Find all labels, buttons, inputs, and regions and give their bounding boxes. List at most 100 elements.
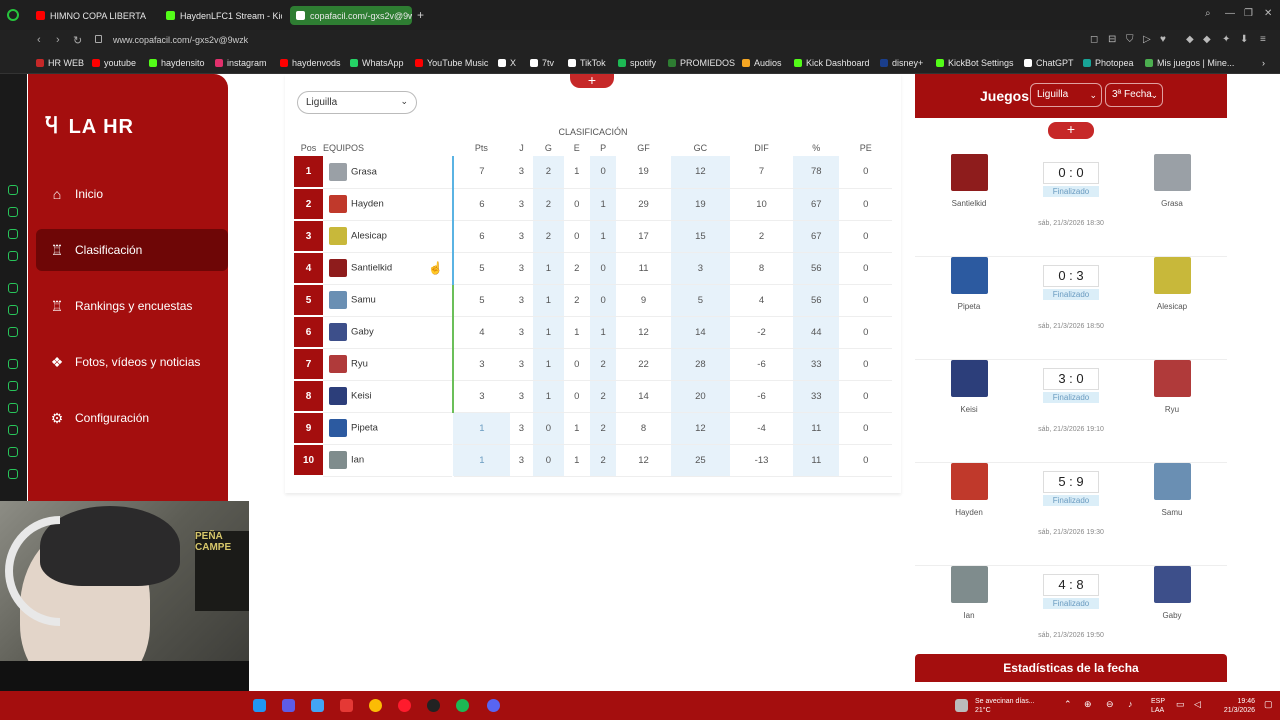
url-field[interactable]: www.copafacil.com/-gxs2v@9wzk xyxy=(113,35,248,45)
nav-configuracion[interactable]: ⚙ Configuración xyxy=(36,397,228,439)
team-cell[interactable]: Ryu xyxy=(323,348,454,381)
bookmark-kickbot[interactable]: KickBot Settings xyxy=(936,58,1014,68)
extension-icon[interactable]: ◆ xyxy=(1203,34,1211,45)
table-row[interactable]: 9 Pipeta 1 3 0 1 2 8 12 -4 11 0 xyxy=(294,412,892,445)
opera-icon[interactable] xyxy=(398,699,411,712)
table-row[interactable]: 6 Gaby 4 3 1 1 1 12 14 -2 44 0 xyxy=(294,316,892,349)
games-round-select[interactable]: 3ª Fecha ⌄ xyxy=(1105,83,1163,107)
bookmark-disney[interactable]: disney+ xyxy=(880,58,923,68)
sidebar-app-icon[interactable] xyxy=(8,251,18,261)
tray-chevron-icon[interactable]: ⌃ xyxy=(1064,700,1072,709)
bookmark-youtube-music[interactable]: YouTube Music xyxy=(415,58,488,68)
match-card[interactable]: Hayden 5 : 9 Finalizado Samu sáb, 21/3/2026 … xyxy=(915,463,1227,566)
stats-button[interactable]: Estadísticas de la fecha xyxy=(915,654,1227,682)
team-cell[interactable]: Ian xyxy=(323,444,453,477)
nav-inicio[interactable]: ⌂ Inicio xyxy=(36,173,228,215)
nav-rankings[interactable]: ♖ Rankings y encuestas xyxy=(36,285,228,327)
bookmark-whatsapp[interactable]: WhatsApp xyxy=(350,58,404,68)
add-match-button[interactable]: + xyxy=(1048,122,1094,139)
match-card[interactable]: Keisi 3 : 0 Finalizado Ryu sáb, 21/3/2026 19… xyxy=(915,360,1227,463)
table-row[interactable]: 7 Ryu 3 3 1 0 2 22 28 -6 33 0 xyxy=(294,348,892,381)
reload-icon[interactable]: ↻ xyxy=(73,34,82,47)
column-header[interactable]: E xyxy=(564,140,590,156)
tray-app-icon[interactable]: ⊕ xyxy=(1084,700,1092,709)
new-tab-icon[interactable]: + xyxy=(417,8,424,22)
column-header[interactable]: GC xyxy=(671,140,730,156)
teams-icon[interactable] xyxy=(282,699,295,712)
minimize-icon[interactable]: — xyxy=(1225,8,1235,19)
table-row[interactable]: 4 Santielkid 5 3 1 2 0 11 3 8 56 0 xyxy=(294,252,892,285)
language-indicator[interactable]: ESP LAA xyxy=(1151,697,1165,715)
obs-icon[interactable] xyxy=(427,699,440,712)
app-icon[interactable] xyxy=(253,699,266,712)
sidebar-app-icon[interactable] xyxy=(8,359,18,369)
editor-icon[interactable] xyxy=(340,699,353,712)
sidebar-app-icon[interactable] xyxy=(8,469,18,479)
bookmark-hr-web[interactable]: HR WEB xyxy=(36,58,84,68)
notes-icon[interactable] xyxy=(311,699,324,712)
player-icon[interactable]: ▷ xyxy=(1143,34,1151,45)
match-card[interactable]: Santielkid 0 : 0 Finalizado Grasa sáb, 21/3/… xyxy=(915,154,1227,257)
column-header[interactable]: DIF xyxy=(730,140,793,156)
sidebar-app-icon[interactable] xyxy=(8,207,18,217)
phase-select[interactable]: Liguilla ⌄ xyxy=(297,91,417,114)
team-cell[interactable]: Alesicap xyxy=(323,220,454,253)
notifications-icon[interactable]: ▢ xyxy=(1264,700,1273,709)
tab-himno[interactable]: HIMNO COPA LIBERTA xyxy=(30,6,152,25)
column-header[interactable]: PE xyxy=(839,140,892,156)
bookmark-tiktok[interactable]: TikTok xyxy=(568,58,606,68)
column-header[interactable]: % xyxy=(793,140,839,156)
nav-fotos[interactable]: ❖ Fotos, vídeos y noticias xyxy=(36,341,228,383)
volume-icon[interactable]: ◁ xyxy=(1194,700,1201,709)
weather-icon[interactable] xyxy=(955,699,968,712)
clock[interactable]: 19:46 21/3/2026 xyxy=(1213,697,1255,715)
network-icon[interactable]: ▭ xyxy=(1176,700,1185,709)
bookmark-7tv[interactable]: 7tv xyxy=(530,58,554,68)
forward-icon[interactable]: › xyxy=(56,34,60,46)
table-row[interactable]: 5 Samu 5 3 1 2 0 9 5 4 56 0 xyxy=(294,284,892,317)
spotify-icon[interactable] xyxy=(456,699,469,712)
heart-icon[interactable]: ♥ xyxy=(1160,34,1166,45)
opera-logo-icon[interactable] xyxy=(7,9,19,21)
bookmarks-more-icon[interactable]: › xyxy=(1262,58,1265,68)
back-icon[interactable]: ‹ xyxy=(37,34,41,46)
sidebar-app-icon[interactable] xyxy=(8,305,18,315)
bookmark-haydensito[interactable]: haydensito xyxy=(149,58,205,68)
team-cell[interactable]: Keisi xyxy=(323,380,454,413)
bookmark-promiedos[interactable]: PROMIEDOS xyxy=(668,58,735,68)
sidebar-app-icon[interactable] xyxy=(8,327,18,337)
close-icon[interactable]: ✕ xyxy=(1264,8,1272,19)
add-button[interactable]: + xyxy=(570,73,614,88)
table-row[interactable]: 3 Alesicap 6 3 2 0 1 17 15 2 67 0 xyxy=(294,220,892,253)
sidebar-app-icon[interactable] xyxy=(8,381,18,391)
bookmark-haydenvods[interactable]: haydenvods xyxy=(280,58,341,68)
bookmark-audios[interactable]: Audios xyxy=(742,58,782,68)
tab-kick-stream[interactable]: HaydenLFC1 Stream - Kick xyxy=(160,6,282,25)
sidebar-app-icon[interactable] xyxy=(8,447,18,457)
bookmark-x[interactable]: X xyxy=(498,58,516,68)
bookmark-mis-juegos[interactable]: Mis juegos | Mine... xyxy=(1145,58,1234,68)
match-card[interactable]: Pipeta 0 : 3 Finalizado Alesicap sáb, 21/3/2… xyxy=(915,257,1227,360)
menu-icon[interactable]: ≡ xyxy=(1260,34,1266,45)
bookmark-youtube[interactable]: youtube xyxy=(92,58,136,68)
chrome-icon[interactable] xyxy=(369,699,382,712)
table-row[interactable]: 1 Grasa 7 3 2 1 0 19 12 7 78 0 xyxy=(294,156,892,189)
download-icon[interactable]: ⬇ xyxy=(1240,34,1248,45)
bookmark-photopea[interactable]: Photopea xyxy=(1083,58,1134,68)
sidebar-app-icon[interactable] xyxy=(8,403,18,413)
site-logo[interactable]: Ⴏ LA HR xyxy=(45,114,134,139)
column-header[interactable]: J xyxy=(510,140,533,156)
bookmark-instagram[interactable]: instagram xyxy=(215,58,267,68)
column-header[interactable]: G xyxy=(533,140,564,156)
team-cell[interactable]: Pipeta xyxy=(323,412,453,445)
sidebar-app-icon[interactable] xyxy=(8,185,18,195)
puzzle-icon[interactable]: ✦ xyxy=(1222,34,1230,45)
team-cell[interactable]: Samu xyxy=(323,284,454,317)
snapshot-icon[interactable]: ◻ xyxy=(1090,34,1098,45)
bookmark-spotify[interactable]: spotify xyxy=(618,58,656,68)
sidebar-app-icon[interactable] xyxy=(8,283,18,293)
team-cell[interactable]: Gaby xyxy=(323,316,454,349)
nav-clasificacion[interactable]: ♖ Clasificación xyxy=(36,229,228,271)
column-header[interactable]: EQUIPOS xyxy=(323,140,453,156)
microphone-icon[interactable]: ♪ xyxy=(1128,700,1133,709)
